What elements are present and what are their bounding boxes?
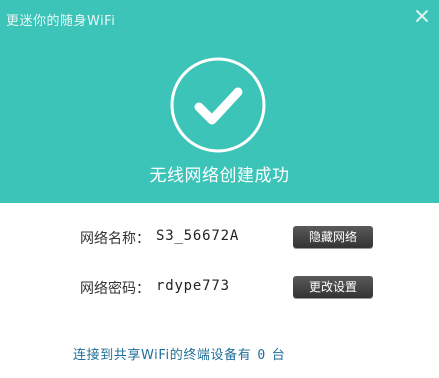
connected-devices-count: 0 — [257, 348, 266, 363]
header-panel: 更迷你的随身WiFi 无线网络创建成功 — [0, 0, 439, 203]
check-circle-icon — [170, 57, 266, 153]
wifi-dialog: 更迷你的随身WiFi 无线网络创建成功 网络名称： S3_56672A 隐藏网络… — [0, 0, 439, 378]
window-title: 更迷你的随身WiFi — [6, 14, 116, 29]
success-message: 无线网络创建成功 — [149, 166, 290, 186]
connected-devices-prefix: 连接到共享WiFi的终端设备有 — [73, 348, 252, 363]
connected-devices-suffix: 台 — [271, 348, 286, 363]
network-password-label: 网络密码： — [80, 281, 150, 297]
change-settings-button[interactable]: 更改设置 — [293, 276, 373, 298]
network-name-value: S3_56672A — [156, 228, 240, 244]
network-password-value: rdype773 — [156, 278, 230, 294]
connected-devices-status: 连接到共享WiFi的终端设备有 0 台 — [73, 344, 285, 363]
close-icon[interactable] — [413, 7, 431, 25]
hide-network-button[interactable]: 隐藏网络 — [293, 226, 373, 248]
network-name-label: 网络名称： — [80, 231, 150, 247]
